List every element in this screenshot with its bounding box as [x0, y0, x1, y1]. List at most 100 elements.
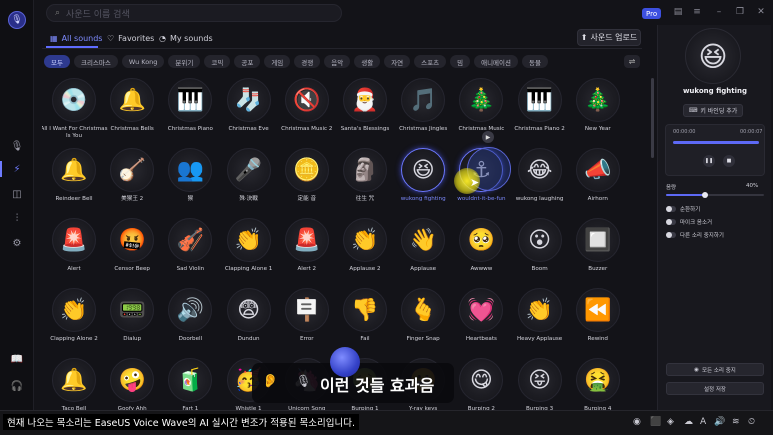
sound-icon[interactable]: 🔊 — [168, 288, 213, 332]
sound-tile[interactable]: 🎹 Christmas Piano 2 — [510, 78, 570, 148]
option-loop[interactable]: 순환하기 — [666, 205, 700, 213]
stop-all-sounds-button[interactable]: ◉ 모든 소리 중지 — [666, 363, 764, 376]
tab-favorites[interactable]: ♡ Favorites — [107, 31, 154, 45]
sound-icon[interactable]: 🎤 — [226, 148, 271, 192]
book-icon[interactable]: 📖 — [9, 351, 25, 367]
category-chip[interactable]: 애니메이션 — [474, 55, 518, 68]
sound-tile[interactable]: 🪧 Error — [277, 288, 337, 358]
sound-tile[interactable]: 🫰 Finger Snap — [393, 288, 453, 358]
sound-icon[interactable]: 🔔 — [52, 358, 96, 402]
sound-tile[interactable]: 😋 Burping 2 — [451, 358, 511, 410]
sound-tile[interactable]: 🔲 Buzzer — [568, 218, 628, 288]
sound-icon[interactable]: 🔲 — [575, 218, 620, 262]
sound-icon[interactable]: 🔔 — [52, 148, 96, 192]
sound-tile[interactable]: 👏 Heavy Applause — [510, 288, 570, 358]
volume-knob[interactable] — [702, 192, 709, 198]
sound-icon[interactable]: ⏪ — [575, 288, 620, 332]
headset-icon[interactable]: 🎧 — [9, 378, 25, 394]
sound-icon[interactable]: 🎻 — [168, 218, 213, 262]
scrollbar[interactable] — [651, 78, 654, 158]
sound-tile[interactable]: 📣 Airhorn — [568, 148, 628, 218]
sound-icon[interactable]: 🎄 — [575, 78, 620, 122]
sound-tile[interactable]: 🚨 Alert — [44, 218, 104, 288]
sound-icon[interactable]: 😋 — [459, 358, 504, 402]
sound-tile[interactable]: 👏 Clapping Alone 2 — [44, 288, 104, 358]
category-chip[interactable]: 모두 — [44, 55, 70, 68]
sound-icon[interactable]: 🗿 — [343, 148, 387, 192]
sound-icon[interactable]: 🧦 — [226, 78, 271, 122]
tray-speaker-icon[interactable]: 🔊 — [714, 417, 725, 427]
tab-my-sounds[interactable]: ◔ My sounds — [159, 31, 213, 45]
sound-icon[interactable]: 😝 — [517, 358, 562, 402]
tray-wifi-icon[interactable]: ≋ — [732, 417, 740, 427]
mic-icon[interactable]: 🎙 — [9, 138, 25, 154]
sound-tile[interactable]: 👏 Applause 2 — [335, 218, 395, 288]
volume-slider[interactable] — [666, 192, 764, 198]
document-icon[interactable]: ▤ — [672, 7, 684, 17]
sound-icon[interactable]: 📣 — [575, 148, 620, 192]
option-mute-mic[interactable]: 마이크 음소거 — [666, 218, 712, 226]
sound-icon[interactable]: 💓 — [459, 288, 504, 332]
sound-tile[interactable]: 💓 Heartbeats — [451, 288, 511, 358]
sound-tile[interactable]: 📟 Dialup — [102, 288, 162, 358]
sound-icon[interactable]: 🎄 — [459, 78, 504, 122]
sound-tile[interactable]: 🎅 Santa's Blessings — [335, 78, 395, 148]
sound-icon[interactable]: 👏 — [52, 288, 96, 332]
sound-tile[interactable]: 😨 Dundun — [219, 288, 279, 358]
play-icon[interactable]: ▶ — [482, 131, 494, 143]
sound-tile[interactable]: 🪙 定能 音 — [277, 148, 337, 218]
sound-icon[interactable]: 📟 — [110, 288, 155, 332]
sound-icon[interactable]: 🪧 — [284, 288, 329, 332]
sound-icon[interactable]: 👥 — [168, 148, 213, 192]
mic-icon[interactable]: 🎙 — [296, 374, 311, 388]
mute-mic-toggle[interactable] — [666, 219, 676, 225]
sound-tile[interactable]: 🗿 往生 咒 — [335, 148, 395, 218]
pause-button[interactable]: ❚❚ — [703, 155, 715, 167]
sound-tile[interactable]: 🤪 Goofy Ahh — [102, 358, 162, 410]
tray-cloud-icon[interactable]: ☁ — [684, 417, 693, 427]
sound-tile[interactable]: 🔔 Taco Bell — [44, 358, 104, 410]
sound-tile[interactable]: 👥 猴 — [160, 148, 220, 218]
sound-tile[interactable]: 🎹 Christmas Piano — [160, 78, 220, 148]
sound-icon[interactable]: 🫰 — [401, 288, 446, 332]
sound-icon[interactable]: 👏 — [226, 218, 271, 262]
maximize-icon[interactable]: ❐ — [734, 7, 746, 17]
sound-tile[interactable]: 😂 wukong laughing — [510, 148, 570, 218]
sound-icon[interactable]: 🤪 — [110, 358, 155, 402]
sound-tile[interactable]: 🔔 Reindeer Bell — [44, 148, 104, 218]
tray-app-icon[interactable]: ⬛ — [650, 417, 661, 427]
sound-icon[interactable]: 😆 — [401, 148, 446, 192]
sound-tile[interactable]: 🪕 美猴王 2 — [102, 148, 162, 218]
category-chip[interactable]: 경쟁 — [294, 55, 321, 68]
sound-icon[interactable]: 🎵 — [401, 78, 446, 122]
sound-icon[interactable]: 😂 — [517, 148, 562, 192]
sound-icon[interactable]: 🎅 — [343, 78, 387, 122]
category-chip[interactable]: 자연 — [384, 55, 411, 68]
sound-tile[interactable]: 🤬 Censor Beep — [102, 218, 162, 288]
category-chip[interactable]: Wu Kong — [121, 55, 165, 68]
sound-icon[interactable]: 🤬 — [110, 218, 155, 262]
sound-icon[interactable]: 💿 — [52, 78, 96, 122]
menu-icon[interactable]: ≡ — [691, 7, 703, 17]
category-chip[interactable]: 동물 — [522, 55, 548, 68]
filter-icon[interactable]: ⇌ — [624, 55, 640, 68]
sound-icon[interactable]: 👏 — [343, 218, 387, 262]
minimize-icon[interactable]: – — [713, 7, 725, 17]
category-chip[interactable]: 게임 — [264, 55, 291, 68]
sound-tile[interactable]: 🤮 Burping 4 — [568, 358, 628, 410]
category-chip[interactable]: 밈 — [450, 55, 471, 68]
upload-sound-button[interactable]: ⬆ 사운드 업로드 — [577, 29, 641, 46]
sound-icon[interactable]: 🔔 — [110, 78, 155, 122]
pro-badge[interactable]: Pro — [642, 8, 662, 19]
sound-icon[interactable]: 👋 — [401, 218, 446, 262]
tab-all-sounds[interactable]: ▦ All sounds — [50, 31, 102, 45]
tray-font-icon[interactable]: A — [700, 417, 706, 427]
category-chip[interactable]: 스포츠 — [414, 55, 447, 68]
sound-icon[interactable]: 😮 — [517, 218, 562, 262]
sound-tile[interactable]: 👋 Applause — [393, 218, 453, 288]
category-chip[interactable]: 생활 — [354, 55, 381, 68]
sound-icon[interactable]: 🪕 — [110, 148, 155, 192]
sound-tile[interactable]: 🎻 Sad Violin — [160, 218, 220, 288]
tray-clock-icon[interactable]: ⏲ — [748, 417, 755, 427]
sound-tile[interactable]: 😮 Boom — [510, 218, 570, 288]
